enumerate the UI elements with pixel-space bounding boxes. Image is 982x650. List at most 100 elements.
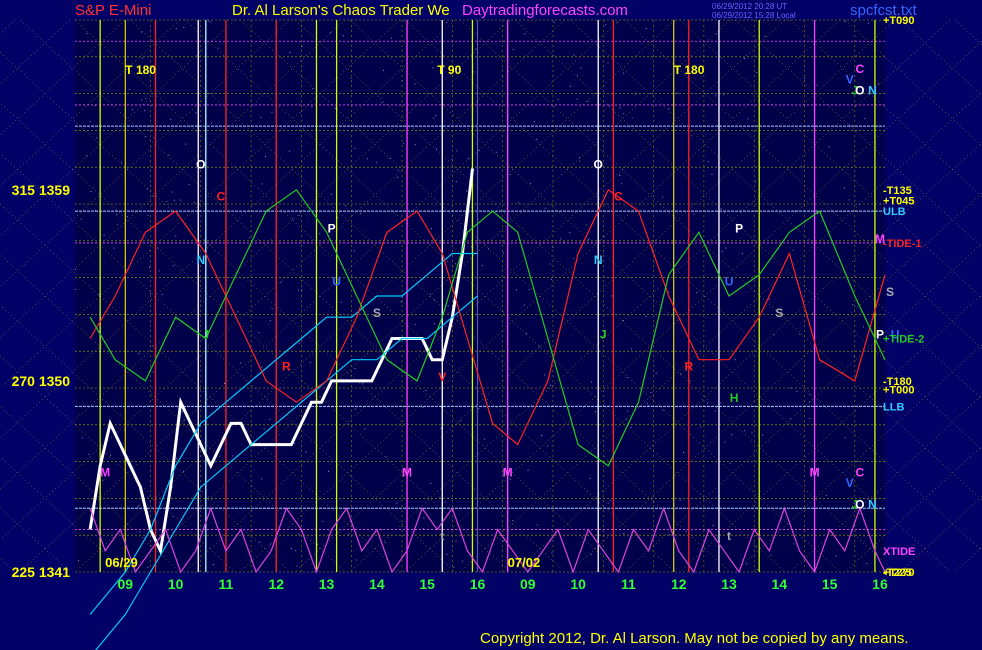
noise-dot bbox=[866, 563, 868, 564]
noise-dot bbox=[809, 394, 811, 396]
noise-dot bbox=[168, 154, 170, 156]
noise-dot bbox=[645, 28, 647, 30]
noise-dot bbox=[146, 188, 148, 190]
point-label: P bbox=[735, 221, 743, 235]
noise-dot bbox=[173, 199, 175, 201]
noise-dot bbox=[662, 196, 664, 198]
noise-dot bbox=[183, 27, 185, 28]
noise-dot bbox=[655, 372, 657, 374]
right-level-label: XTIDE bbox=[883, 546, 915, 558]
noise-dot bbox=[685, 530, 687, 532]
noise-dot bbox=[729, 462, 731, 464]
noise-dot bbox=[573, 258, 575, 260]
noise-dot bbox=[607, 502, 609, 504]
x-tick-label: 09 bbox=[520, 576, 536, 592]
noise-dot bbox=[414, 83, 416, 85]
noise-dot bbox=[312, 88, 314, 90]
point-label: N bbox=[868, 83, 877, 97]
noise-dot bbox=[423, 517, 425, 519]
noise-dot bbox=[516, 289, 517, 291]
noise-dot bbox=[269, 418, 271, 420]
noise-dot bbox=[330, 31, 332, 33]
noise-dot bbox=[812, 313, 813, 315]
noise-dot bbox=[385, 456, 387, 458]
site-link[interactable]: Daytradingforecasts.com bbox=[462, 2, 628, 19]
point-label: M bbox=[810, 465, 820, 479]
noise-dot bbox=[447, 305, 449, 307]
point-label: O bbox=[855, 497, 864, 511]
noise-dot bbox=[433, 323, 435, 325]
noise-dot bbox=[792, 249, 794, 251]
point-label: M bbox=[100, 465, 110, 479]
noise-dot bbox=[859, 513, 861, 515]
noise-dot bbox=[544, 207, 546, 209]
noise-dot bbox=[317, 543, 318, 545]
noise-dot bbox=[449, 106, 451, 108]
noise-dot bbox=[298, 533, 300, 535]
noise-dot bbox=[175, 28, 177, 30]
noise-dot bbox=[322, 521, 324, 522]
noise-dot bbox=[536, 138, 538, 140]
noise-dot bbox=[153, 137, 155, 139]
time-marker-label: T 90 bbox=[437, 63, 461, 77]
noise-dot bbox=[470, 246, 472, 248]
noise-dot bbox=[194, 201, 196, 203]
noise-dot bbox=[85, 155, 87, 157]
noise-dot bbox=[509, 174, 511, 175]
noise-dot bbox=[580, 67, 582, 69]
noise-dot bbox=[576, 98, 578, 100]
noise-dot bbox=[631, 117, 633, 119]
point-label: N bbox=[594, 253, 603, 267]
noise-dot bbox=[176, 457, 178, 459]
noise-dot bbox=[90, 191, 92, 192]
noise-dot bbox=[756, 569, 758, 571]
gann-line bbox=[954, 19, 982, 46]
noise-dot bbox=[132, 109, 134, 111]
noise-dot bbox=[668, 291, 670, 293]
point-label: V bbox=[438, 370, 446, 384]
noise-dot bbox=[170, 118, 172, 120]
noise-dot bbox=[444, 501, 446, 503]
noise-dot bbox=[512, 49, 514, 50]
noise-dot bbox=[796, 390, 798, 392]
noise-dot bbox=[261, 478, 263, 480]
noise-dot bbox=[744, 57, 745, 59]
noise-dot bbox=[689, 380, 691, 382]
noise-dot bbox=[376, 161, 378, 163]
point-label: V bbox=[846, 476, 854, 490]
noise-dot bbox=[382, 69, 384, 71]
noise-dot bbox=[348, 533, 350, 535]
noise-dot bbox=[611, 295, 613, 297]
noise-dot bbox=[128, 89, 130, 90]
noise-dot bbox=[172, 516, 174, 518]
gann-line bbox=[0, 19, 16, 35]
noise-dot bbox=[433, 117, 435, 119]
noise-dot bbox=[188, 183, 190, 185]
noise-dot bbox=[495, 151, 497, 153]
noise-dot bbox=[431, 61, 433, 63]
noise-dot bbox=[217, 47, 219, 49]
noise-dot bbox=[263, 428, 265, 430]
noise-dot bbox=[345, 205, 347, 207]
date-label: 06/29 bbox=[105, 555, 138, 570]
x-tick-label: 12 bbox=[268, 576, 284, 592]
noise-dot bbox=[294, 443, 295, 445]
point-label: N bbox=[196, 253, 205, 267]
noise-dot bbox=[147, 214, 149, 216]
noise-dot bbox=[619, 107, 621, 109]
noise-dot bbox=[342, 35, 344, 37]
noise-dot bbox=[816, 84, 818, 86]
noise-dot bbox=[366, 158, 368, 160]
y-tick-label: 315 1359 bbox=[12, 182, 71, 198]
noise-dot bbox=[852, 304, 854, 305]
noise-dot bbox=[484, 438, 486, 440]
noise-dot bbox=[551, 552, 553, 554]
noise-dot bbox=[152, 371, 154, 373]
noise-dot bbox=[172, 265, 174, 267]
noise-dot bbox=[137, 506, 139, 508]
noise-dot bbox=[340, 301, 342, 303]
noise-dot bbox=[94, 105, 96, 107]
noise-dot bbox=[843, 187, 845, 189]
noise-dot bbox=[536, 524, 538, 526]
x-tick-label: 14 bbox=[369, 576, 385, 592]
